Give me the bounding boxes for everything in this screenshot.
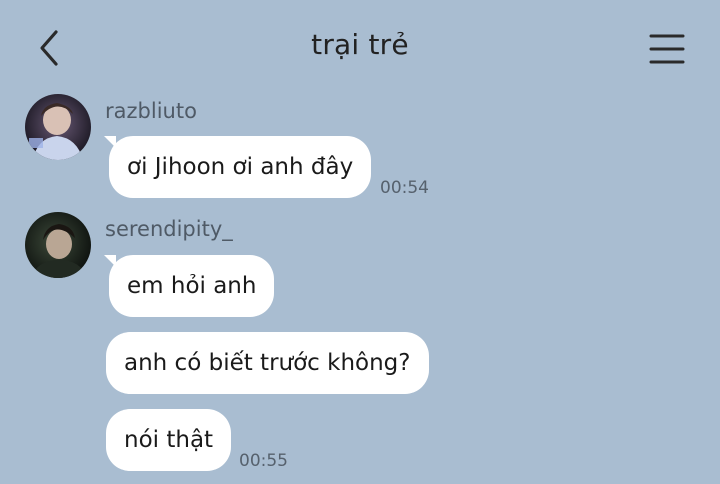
avatar-image (25, 94, 91, 160)
message-bubble[interactable]: ơi Jihoon ơi anh đây (103, 136, 372, 198)
message-timestamp: 00:55 (239, 451, 288, 471)
hamburger-menu-icon (649, 34, 685, 64)
avatar-serendipity[interactable] (25, 212, 91, 278)
message-text: anh có biết trước không? (124, 350, 411, 376)
menu-button[interactable] (644, 30, 690, 68)
message-bubble[interactable]: em hỏi anh (103, 255, 275, 317)
chat-title: trại trẻ (311, 28, 409, 61)
avatar-razbliuto[interactable] (25, 94, 91, 160)
message-text: em hỏi anh (127, 273, 257, 299)
avatar-image (25, 212, 91, 278)
message-bubble[interactable]: anh có biết trước không? (106, 332, 429, 394)
chat-header: trại trẻ (0, 0, 720, 96)
sender-name: razbliuto (105, 99, 197, 123)
message-text: nói thật (124, 427, 214, 453)
message-timestamp: 00:54 (380, 178, 429, 198)
message-bubble[interactable]: nói thật (106, 409, 232, 471)
message-text: ơi Jihoon ơi anh đây (127, 154, 354, 180)
sender-name: serendipity_ (105, 217, 233, 241)
